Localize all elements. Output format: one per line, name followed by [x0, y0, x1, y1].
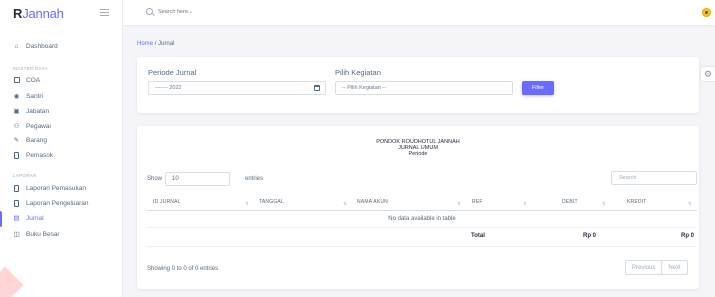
- sidebar-item-label: COA: [26, 76, 41, 84]
- sidebar-item-coa[interactable]: COA: [13, 75, 40, 85]
- sidebar: RJannah ⌂ Dashboard MASTER DATA COA ◉ Sa…: [0, 0, 123, 297]
- entries-label: entries: [245, 176, 264, 182]
- sidebar-item-dashboard[interactable]: ⌂ Dashboard: [13, 41, 58, 51]
- sidebar-item-label: Jabatan: [26, 107, 50, 115]
- sort-icon[interactable]: ⇅: [602, 201, 606, 207]
- sidebar-item-label: Buku Besar: [26, 230, 60, 238]
- kegiatan-value: -- Pilih Kegiatan --: [342, 85, 387, 91]
- previous-button[interactable]: Previous: [626, 261, 661, 274]
- sort-icon[interactable]: ⇅: [523, 201, 527, 207]
- sidebar-item-label: Laporan Pemasukan: [26, 184, 86, 192]
- menu-toggle-icon[interactable]: [100, 9, 109, 16]
- sidebar-item-santri[interactable]: ◉ Santri: [13, 91, 43, 101]
- receipt-icon: [13, 151, 20, 159]
- kegiatan-label: Pilih Kegiatan: [335, 68, 381, 77]
- sort-icon[interactable]: ⇅: [245, 201, 249, 207]
- sidebar-item-jabatan[interactable]: ▣ Jabatan: [13, 106, 49, 116]
- total-label: Total: [471, 233, 485, 239]
- kegiatan-select[interactable]: -- Pilih Kegiatan --: [335, 81, 513, 95]
- sidebar-item-label: Barang: [26, 136, 47, 144]
- settings-gear-icon[interactable]: ⚙: [700, 66, 715, 82]
- sidebar-item-label: Pemasok: [26, 151, 54, 159]
- col-nama-akun[interactable]: NAMA AKUN: [357, 199, 388, 205]
- active-indicator: [0, 211, 2, 227]
- breadcrumb-current: Jurnal: [158, 41, 175, 47]
- square-icon: [13, 77, 20, 84]
- brand-logo[interactable]: RJannah: [13, 6, 64, 21]
- sidebar-item-jurnal[interactable]: ▤ Jurnal: [13, 213, 44, 223]
- periode-label: Periode Jurnal: [148, 68, 197, 77]
- file-icon: [13, 184, 20, 192]
- sidebar-item-label: Santri: [26, 92, 43, 100]
- total-debit: Rp 0: [583, 233, 597, 239]
- sidebar-item-pegawai[interactable]: ⚇ Pegawai: [13, 121, 51, 131]
- report-subtitle: Periode: [408, 151, 428, 157]
- col-debit[interactable]: DEBIT: [562, 199, 578, 205]
- col-ref[interactable]: REF: [472, 199, 483, 205]
- next-button[interactable]: Next: [661, 261, 686, 274]
- sidebar-item-label: Jurnal: [26, 214, 44, 222]
- pen-icon: ✎: [13, 137, 20, 144]
- user-circle-icon: ◉: [13, 93, 20, 100]
- report-card: PONDOK ROUDHOTUL JANNAH JURNAL UMUM Peri…: [137, 126, 699, 289]
- col-tanggal[interactable]: TANGGAL: [259, 199, 284, 205]
- sidebar-item-laporan-pemasukan[interactable]: Laporan Pemasukan: [13, 183, 86, 193]
- breadcrumb-separator: /: [154, 41, 157, 47]
- nav-header-master: MASTER DATA: [13, 66, 48, 71]
- sidebar-item-label: Dashboard: [26, 42, 58, 50]
- periode-input[interactable]: ------- 2022: [148, 81, 326, 95]
- breadcrumb: Home / Jurnal: [137, 41, 174, 47]
- sidebar-item-barang[interactable]: ✎ Barang: [13, 135, 47, 145]
- file-icon: [13, 199, 20, 207]
- home-icon: ⌂: [14, 42, 19, 50]
- search-icon: [146, 8, 153, 15]
- filter-button[interactable]: Filter: [522, 81, 554, 95]
- pagination: Previous Next: [625, 260, 688, 275]
- avatar[interactable]: [702, 8, 711, 17]
- nav-header-laporan: LAPORAN: [13, 173, 37, 178]
- entries-select[interactable]: 10: [165, 172, 230, 186]
- total-kredit: Rp 0: [681, 233, 695, 239]
- sidebar-item-label: Laporan Pengeluaran: [26, 199, 89, 207]
- filter-card: Periode Jurnal ------- 2022 Pilih Kegiat…: [137, 57, 699, 113]
- col-id-jurnal[interactable]: ID JURNAL: [153, 199, 181, 205]
- sidebar-item-laporan-pengeluaran[interactable]: Laporan Pengeluaran: [13, 198, 89, 208]
- periode-value: ------- 2022: [155, 85, 182, 91]
- table-footer-divider: [147, 246, 697, 247]
- sidebar-item-label: Pegawai: [26, 122, 51, 130]
- breadcrumb-home[interactable]: Home: [137, 41, 153, 47]
- sort-icon[interactable]: ⇅: [457, 201, 461, 207]
- show-label: Show: [147, 176, 163, 182]
- calendar-icon[interactable]: [314, 85, 320, 91]
- table-header: ID JURNAL ⇅ TANGGAL ⇅ NAMA AKUN ⇅ REF ⇅ …: [147, 194, 697, 211]
- sort-icon[interactable]: ⇅: [343, 201, 347, 207]
- id-card-icon: ▣: [13, 108, 20, 115]
- sort-icon[interactable]: ⇅: [688, 201, 692, 207]
- book-icon: ◫: [13, 231, 20, 238]
- sidebar-item-pemasok[interactable]: Pemasok: [13, 150, 53, 160]
- sidebar-item-buku-besar[interactable]: ◫ Buku Besar: [13, 229, 60, 239]
- table-search-input[interactable]: Search: [611, 171, 697, 185]
- table-info: Showing 0 to 0 of 0 entries: [147, 266, 219, 272]
- user-check-icon: ⚇: [13, 123, 20, 130]
- empty-table-message: No data available in table: [147, 211, 697, 228]
- calendar-icon: ▤: [13, 215, 20, 222]
- top-navbar: [123, 0, 715, 26]
- col-kredit[interactable]: KREDIT: [627, 199, 647, 205]
- search-input[interactable]: [158, 7, 278, 17]
